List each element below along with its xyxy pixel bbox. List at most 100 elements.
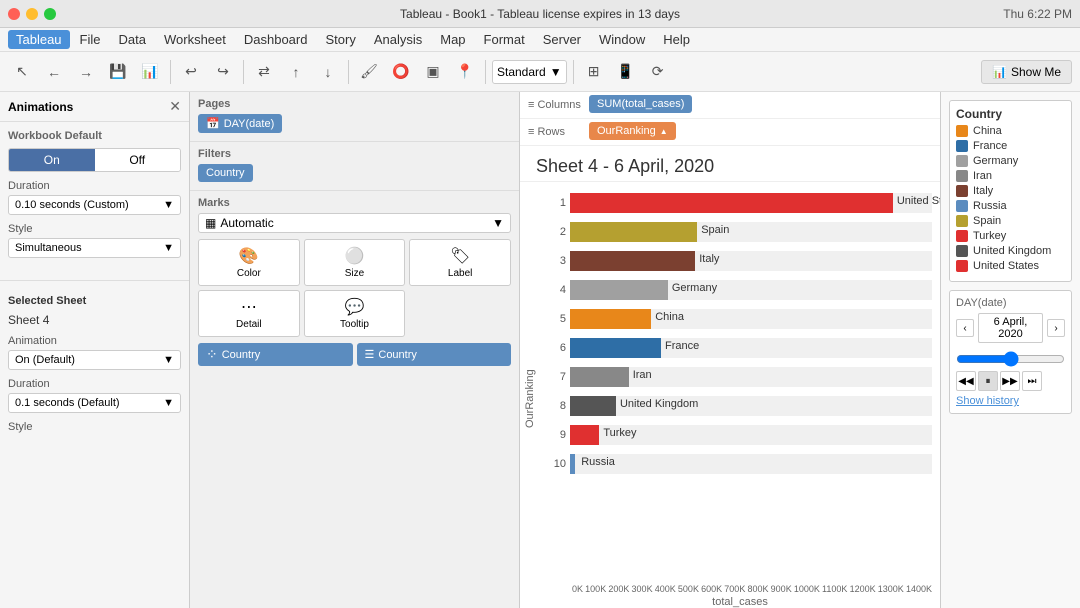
- step-forward-button[interactable]: ▶▶: [1000, 371, 1020, 391]
- toolbar-grid[interactable]: ⊞: [580, 58, 608, 86]
- color-icon: 🎨: [239, 246, 259, 266]
- bar-fill[interactable]: [570, 338, 661, 358]
- chevron-down-icon-2: ▼: [163, 242, 174, 254]
- bar-outer: United Kingdom: [570, 396, 932, 416]
- legend-item[interactable]: Russia: [956, 200, 1065, 212]
- menu-story[interactable]: Story: [317, 30, 363, 49]
- bar-fill[interactable]: [570, 280, 668, 300]
- bar-fill[interactable]: [570, 193, 893, 213]
- bar-fill[interactable]: [570, 396, 616, 416]
- duration-dropdown-2[interactable]: 0.1 seconds (Default) ▼: [8, 393, 181, 413]
- size-button[interactable]: ⚪ Size: [304, 239, 406, 286]
- close-panel-button[interactable]: ✕: [169, 98, 181, 115]
- legend-item[interactable]: Spain: [956, 215, 1065, 227]
- triangle-icon: ▲: [660, 127, 668, 136]
- bar-row: 7Iran: [548, 364, 932, 390]
- toolbar-redo[interactable]: ↪: [209, 58, 237, 86]
- toolbar-forward[interactable]: →: [72, 58, 100, 86]
- legend-item[interactable]: Turkey: [956, 230, 1065, 242]
- toolbar-pin[interactable]: 📍: [451, 58, 479, 86]
- duration-dropdown[interactable]: 0.10 seconds (Custom) ▼: [8, 195, 181, 215]
- style-dropdown[interactable]: Simultaneous ▼: [8, 238, 181, 258]
- legend-item[interactable]: United Kingdom: [956, 245, 1065, 257]
- toolbar-rect[interactable]: ▣: [419, 58, 447, 86]
- bar-row: 3Italy: [548, 248, 932, 274]
- bar-fill[interactable]: [570, 222, 697, 242]
- filters-pill[interactable]: Country: [198, 164, 253, 182]
- toolbar-device[interactable]: 📱: [612, 58, 640, 86]
- date-prev-button[interactable]: ‹: [956, 319, 974, 337]
- bar-country-label: United States: [893, 195, 940, 207]
- toolbar-undo[interactable]: ↩: [177, 58, 205, 86]
- date-next-button[interactable]: ›: [1047, 319, 1065, 337]
- bar-fill[interactable]: [570, 309, 651, 329]
- menu-analysis[interactable]: Analysis: [366, 30, 430, 49]
- bar-fill[interactable]: [570, 425, 599, 445]
- toolbar-swap[interactable]: ⇄: [250, 58, 278, 86]
- toolbar-pointer[interactable]: ↖: [8, 58, 36, 86]
- legend-item[interactable]: France: [956, 140, 1065, 152]
- menu-tableau[interactable]: Tableau: [8, 30, 70, 49]
- pages-title: Pages: [198, 98, 511, 110]
- bar-row: 2Spain: [548, 219, 932, 245]
- color-button[interactable]: 🎨 Color: [198, 239, 300, 286]
- toolbar-brush[interactable]: 🖌: [355, 58, 383, 86]
- date-filter: DAY(date) ‹ 6 April, 2020 › ◀◀ ⏸ ▶▶ ⏭ Sh…: [949, 290, 1072, 414]
- show-history-link[interactable]: Show history: [956, 395, 1065, 407]
- bar-fill[interactable]: [570, 251, 695, 271]
- toolbar-back[interactable]: ←: [40, 58, 68, 86]
- menu-map[interactable]: Map: [432, 30, 473, 49]
- date-slider[interactable]: [956, 351, 1065, 367]
- legend-item[interactable]: Germany: [956, 155, 1065, 167]
- legend-item[interactable]: Iran: [956, 170, 1065, 182]
- date-value[interactable]: 6 April, 2020: [978, 313, 1043, 343]
- legend-item[interactable]: United States: [956, 260, 1065, 272]
- animation-dropdown[interactable]: On (Default) ▼: [8, 350, 181, 370]
- marks-type-dropdown[interactable]: ▦ Automatic ▼: [198, 213, 511, 233]
- bar-outer: United States: [570, 193, 932, 213]
- menu-server[interactable]: Server: [535, 30, 589, 49]
- off-toggle[interactable]: Off: [95, 149, 181, 171]
- legend-item[interactable]: Italy: [956, 185, 1065, 197]
- mark-type-dropdown[interactable]: Standard ▼: [492, 60, 567, 84]
- on-off-toggle[interactable]: On Off: [8, 148, 181, 172]
- on-toggle[interactable]: On: [9, 149, 95, 171]
- toolbar-save[interactable]: 💾: [104, 58, 132, 86]
- pages-pill[interactable]: 📅 DAY(date): [198, 114, 282, 133]
- toolbar-add-source[interactable]: 📊: [136, 58, 164, 86]
- close-button[interactable]: [8, 8, 20, 20]
- legend-color-swatch: [956, 230, 968, 242]
- bar-fill[interactable]: [570, 367, 629, 387]
- menu-help[interactable]: Help: [655, 30, 698, 49]
- menu-file[interactable]: File: [72, 30, 109, 49]
- chart-title: Sheet 4 - 6 April, 2020: [536, 156, 924, 177]
- detail-button[interactable]: ⋯ Detail: [198, 290, 300, 337]
- label-button[interactable]: 🏷 Label: [409, 239, 511, 286]
- country-pill-1[interactable]: ⁘ Country: [198, 343, 353, 366]
- step-back-button[interactable]: ◀◀: [956, 371, 976, 391]
- minimize-button[interactable]: [26, 8, 38, 20]
- menu-window[interactable]: Window: [591, 30, 653, 49]
- columns-pill[interactable]: SUM(total_cases): [589, 95, 692, 113]
- legend-item[interactable]: China: [956, 125, 1065, 137]
- menu-data[interactable]: Data: [111, 30, 154, 49]
- menu-worksheet[interactable]: Worksheet: [156, 30, 234, 49]
- toolbar-sort-desc[interactable]: ↓: [314, 58, 342, 86]
- rows-pill[interactable]: OurRanking ▲: [589, 122, 676, 140]
- bar-row: 6France: [548, 335, 932, 361]
- bar-country-label: Germany: [668, 282, 717, 294]
- maximize-button[interactable]: [44, 8, 56, 20]
- country-pill-2[interactable]: ☰ Country: [357, 343, 512, 366]
- menu-format[interactable]: Format: [476, 30, 533, 49]
- bar-rank-label: 5: [548, 313, 566, 325]
- end-button[interactable]: ⏭: [1022, 371, 1042, 391]
- show-me-button[interactable]: 📊 Show Me: [981, 60, 1072, 84]
- pause-button[interactable]: ⏸: [978, 371, 998, 391]
- toolbar-lasso[interactable]: ⭕: [387, 58, 415, 86]
- bar-country-label: China: [651, 311, 684, 323]
- menu-dashboard[interactable]: Dashboard: [236, 30, 316, 49]
- bar-fill[interactable]: [570, 454, 575, 474]
- toolbar-sort-asc[interactable]: ↑: [282, 58, 310, 86]
- tooltip-button[interactable]: 💬 Tooltip: [304, 290, 406, 337]
- toolbar-share[interactable]: ⟳: [644, 58, 672, 86]
